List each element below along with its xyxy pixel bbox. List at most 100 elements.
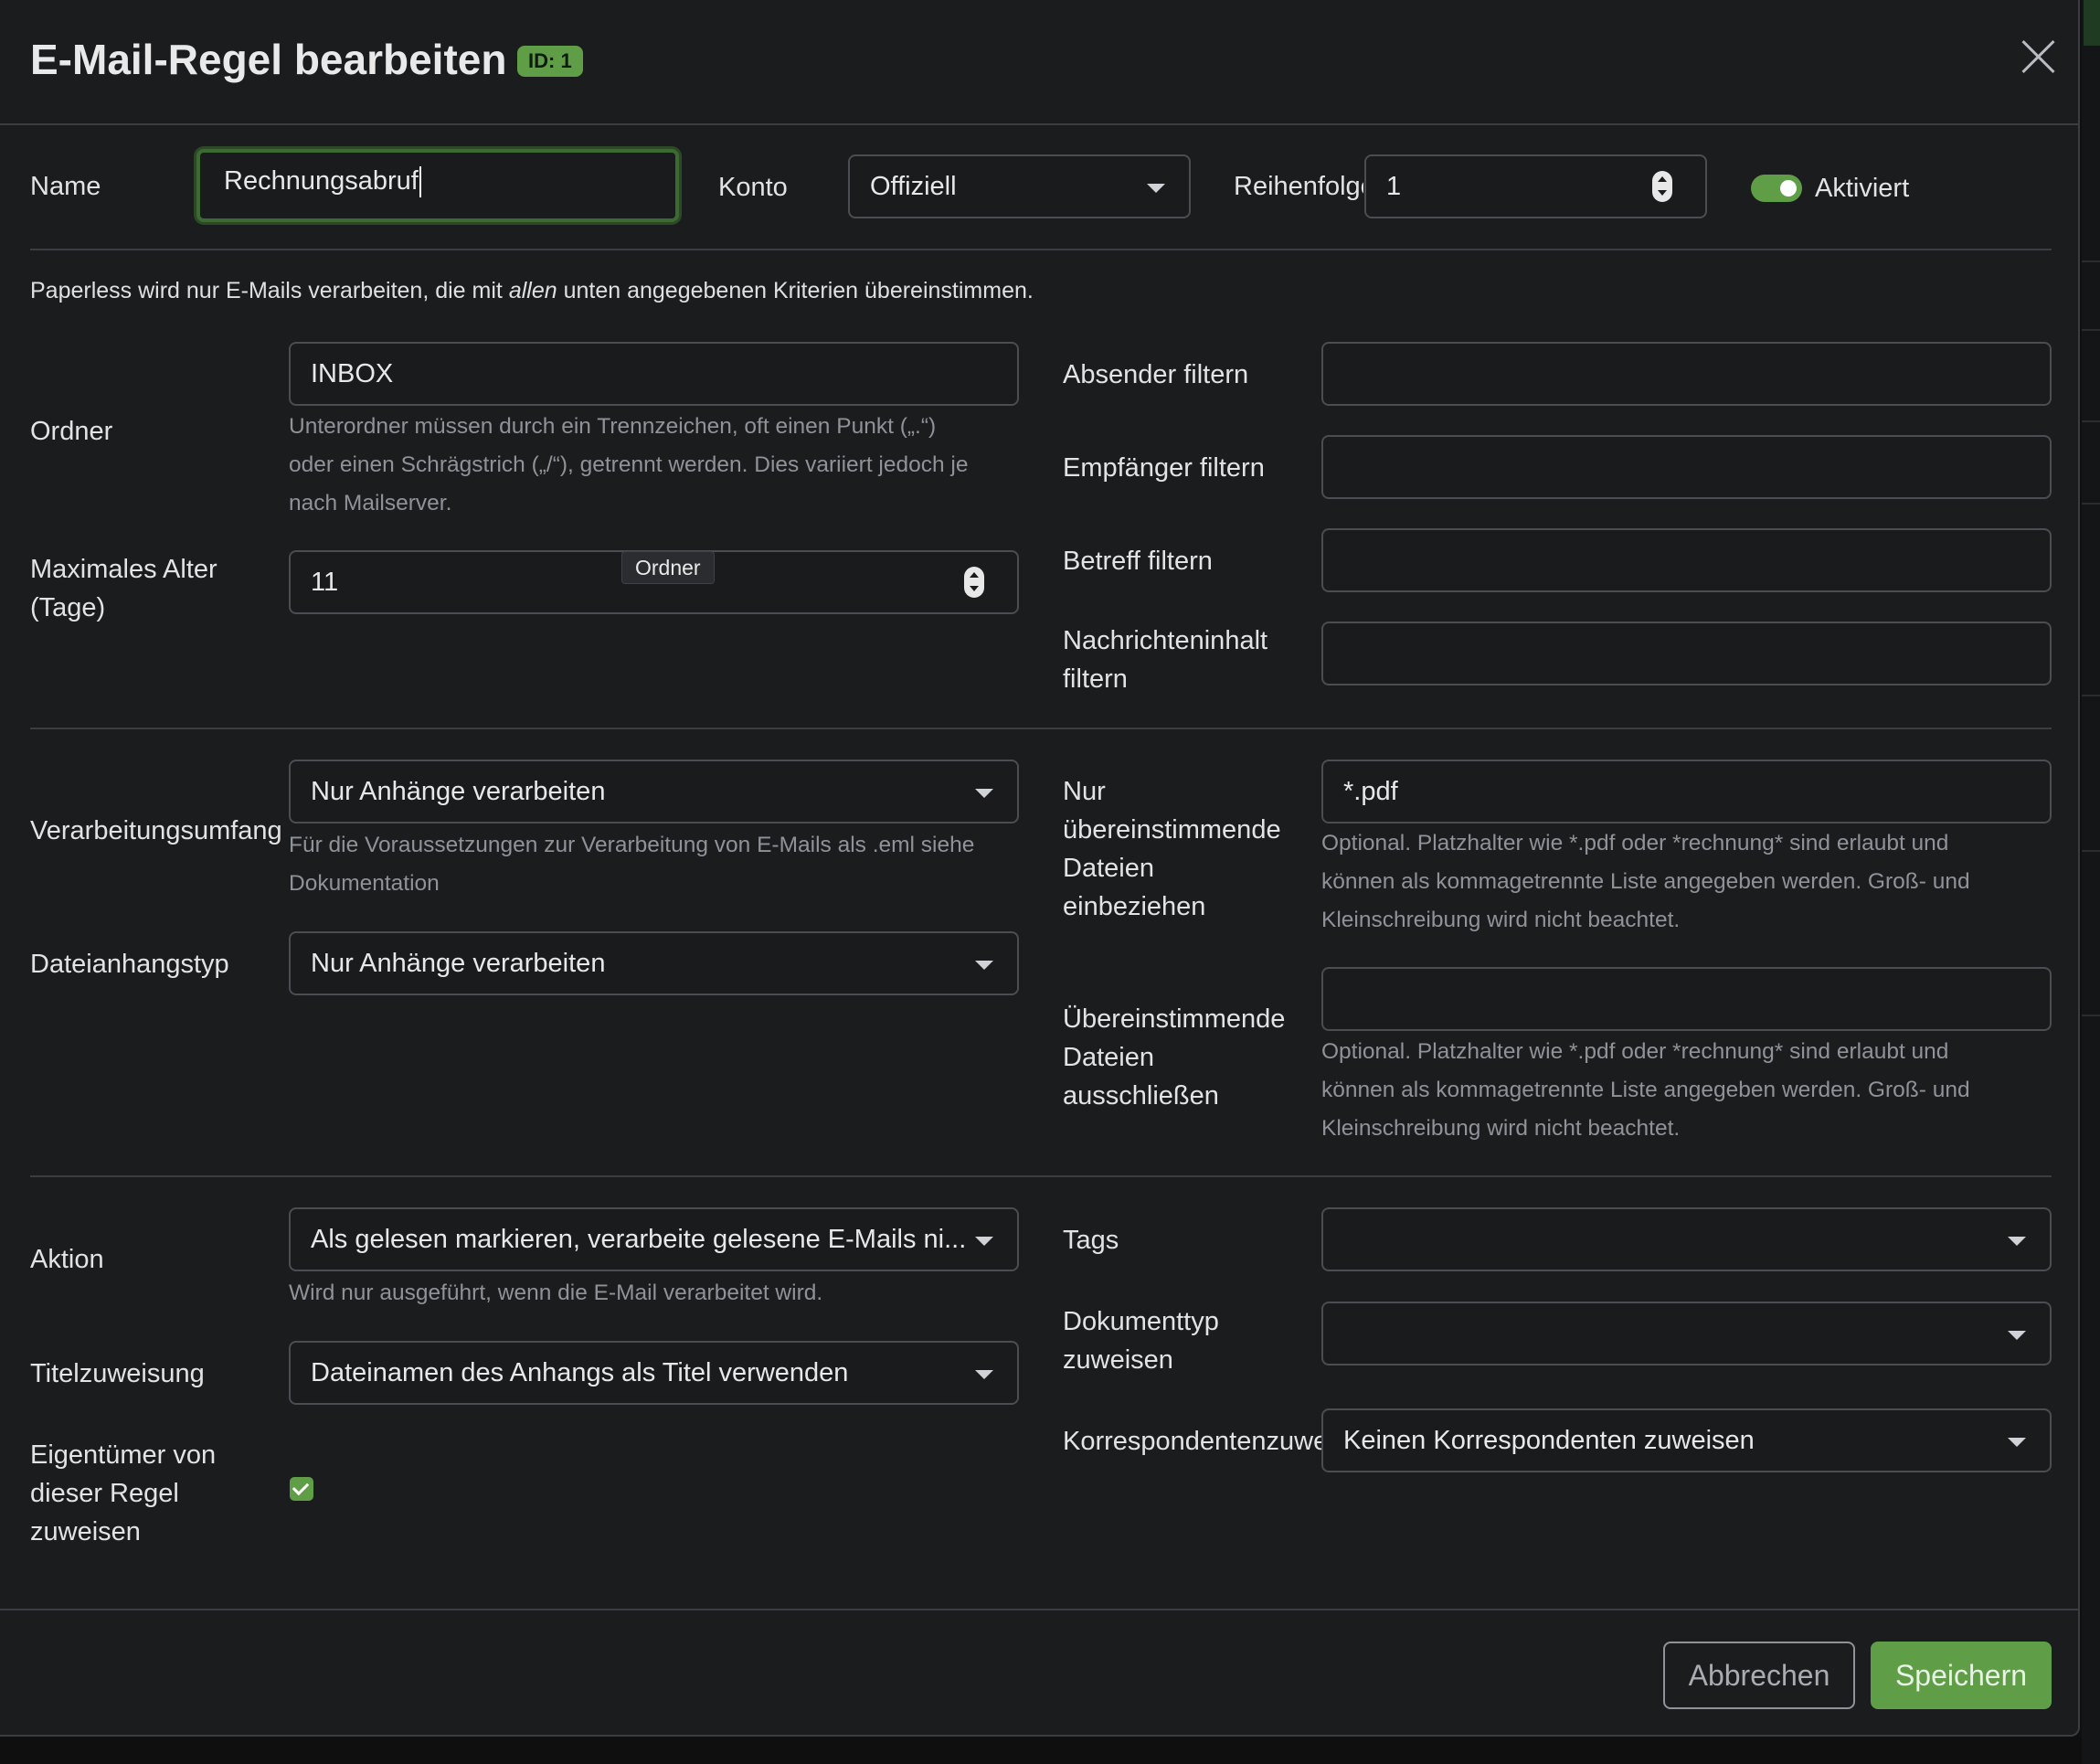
help-line: können als kommagetrennte Liste angegebe…: [1321, 869, 1970, 894]
einbeziehen-value: *.pdf: [1343, 777, 1398, 806]
dialog-title: E-Mail-Regel bearbeiten: [30, 36, 507, 83]
id-badge: ID: 1: [517, 46, 583, 77]
label-line: Nachrichteninhalt: [1063, 626, 1268, 655]
inhalt-input[interactable]: [1321, 622, 2052, 685]
betreff-input[interactable]: [1321, 528, 2052, 592]
konto-label: Konto: [718, 173, 788, 202]
umfang-help: Für die Voraussetzungen zur Verarbeitung…: [289, 826, 974, 903]
chevron-down-icon: [975, 961, 993, 970]
titel-label: Titelzuweisung: [30, 1359, 205, 1388]
ordner-help: Unterordner müssen durch ein Trennzeiche…: [289, 408, 969, 523]
ausschliessen-input[interactable]: [1321, 967, 2052, 1031]
alter-value: 11: [311, 568, 339, 597]
label-line: Maximales Alter: [30, 555, 217, 584]
background-line: [2082, 695, 2100, 696]
anhangstyp-select[interactable]: Nur Anhänge verarbeiten: [289, 931, 1019, 995]
aktion-select[interactable]: Als gelesen markieren, verarbeite gelese…: [289, 1207, 1019, 1271]
aktiviert-toggle[interactable]: [1751, 175, 1802, 202]
dialog-footer-divider: [0, 1609, 2080, 1610]
label-line: filtern: [1063, 664, 1128, 694]
stepper-icon[interactable]: [1652, 171, 1672, 202]
tooltip: Ordner: [621, 551, 715, 584]
label-line: zuweisen: [1063, 1345, 1173, 1375]
titel-select[interactable]: Dateinamen des Anhangs als Titel verwend…: [289, 1341, 1019, 1405]
konto-select[interactable]: Offiziell: [848, 154, 1191, 218]
note-emphasis: allen: [508, 278, 557, 303]
dialog-header: E-Mail-Regel bearbeiten ID: 1: [0, 0, 2080, 125]
aktion-label: Aktion: [30, 1245, 104, 1274]
empfaenger-input[interactable]: [1321, 435, 2052, 499]
help-line: Für die Voraussetzungen zur Verarbeitung…: [289, 833, 975, 857]
background-line: [2082, 850, 2100, 852]
background-accent: [2084, 0, 2100, 46]
divider: [30, 1175, 2052, 1177]
help-line: Kleinschreibung wird nicht beachtet.: [1321, 1116, 1681, 1141]
einbeziehen-input[interactable]: *.pdf: [1321, 760, 2052, 824]
betreff-label: Betreff filtern: [1063, 547, 1213, 576]
label-line: zuweisen: [30, 1517, 141, 1546]
criteria-note: Paperless wird nur E-Mails verarbeiten, …: [30, 278, 1034, 304]
divider: [30, 249, 2052, 250]
label-line: ausschließen: [1063, 1081, 1219, 1110]
umfang-label: Verarbeitungsumfang: [30, 816, 282, 845]
label-line: Dateien: [1063, 854, 1154, 883]
korrespondent-select[interactable]: Keinen Korrespondenten zuweisen: [1321, 1408, 2052, 1472]
absender-label: Absender filtern: [1063, 360, 1249, 389]
chevron-down-icon: [975, 1370, 993, 1379]
aktiviert-label: Aktiviert: [1815, 174, 1910, 203]
cancel-button[interactable]: Abbrechen: [1663, 1642, 1855, 1709]
label-line: Übereinstimmende: [1063, 1004, 1286, 1034]
einbeziehen-help: Optional. Platzhalter wie *.pdf oder *re…: [1321, 824, 1970, 940]
close-icon[interactable]: [2020, 38, 2056, 75]
label-line: Dateien: [1063, 1043, 1154, 1072]
ausschliessen-label: Übereinstimmende Dateien ausschließen: [1063, 1000, 1285, 1115]
ordner-label: Ordner: [30, 417, 113, 446]
label-line: Eigentümer von: [30, 1440, 217, 1470]
einbeziehen-label: Nur übereinstimmende Dateien einbeziehen: [1063, 772, 1281, 926]
save-button[interactable]: Speichern: [1871, 1642, 2052, 1709]
korrespondent-value: Keinen Korrespondenten zuweisen: [1343, 1426, 1755, 1455]
stepper-icon[interactable]: [964, 567, 984, 598]
tags-select[interactable]: [1321, 1207, 2052, 1271]
dokumenttyp-select[interactable]: [1321, 1302, 2052, 1366]
titel-value: Dateinamen des Anhangs als Titel verwend…: [311, 1358, 849, 1387]
inhalt-label: Nachrichteninhalt filtern: [1063, 622, 1267, 698]
background-line: [2082, 329, 2100, 331]
absender-input[interactable]: [1321, 342, 2052, 406]
reihenfolge-value: 1: [1386, 172, 1402, 201]
ausschliessen-help: Optional. Platzhalter wie *.pdf oder *re…: [1321, 1033, 1970, 1148]
documentation-link[interactable]: Dokumentation: [289, 865, 974, 903]
label-line: einbeziehen: [1063, 892, 1206, 921]
umfang-select[interactable]: Nur Anhänge verarbeiten: [289, 760, 1019, 824]
aktion-help: Wird nur ausgeführt, wenn die E-Mail ver…: [289, 1280, 823, 1305]
background-line: [2082, 260, 2100, 262]
name-value: Rechnungsabruf: [224, 166, 419, 196]
note-text: Paperless wird nur E-Mails verarbeiten, …: [30, 278, 509, 303]
eigentuemer-label: Eigentümer von dieser Regel zuweisen: [30, 1436, 216, 1551]
anhangstyp-label: Dateianhangstyp: [30, 950, 229, 979]
background-strip: [2082, 0, 2100, 1764]
chevron-down-icon: [2008, 1331, 2026, 1340]
chevron-down-icon: [975, 1237, 993, 1246]
ordner-input[interactable]: INBOX: [289, 342, 1019, 406]
note-text: unten angegebenen Kriterien übereinstimm…: [557, 278, 1034, 303]
background-line: [2082, 503, 2100, 505]
background-line: [2082, 420, 2100, 422]
label-line: dieser Regel: [30, 1479, 179, 1508]
ordner-value: INBOX: [311, 359, 394, 388]
tags-label: Tags: [1063, 1226, 1119, 1255]
reihenfolge-input[interactable]: 1: [1364, 154, 1707, 218]
chevron-down-icon: [975, 789, 993, 798]
help-line: oder einen Schrägstrich („/“), getrennt …: [289, 452, 969, 477]
name-input[interactable]: Rechnungsabruf: [196, 149, 679, 222]
konto-value: Offiziell: [870, 172, 957, 201]
help-line: Unterordner müssen durch ein Trennzeiche…: [289, 414, 937, 439]
label-line: Dokumenttyp: [1063, 1307, 1219, 1336]
chevron-down-icon: [2008, 1438, 2026, 1447]
eigentuemer-checkbox[interactable]: [290, 1477, 313, 1501]
name-label: Name: [30, 172, 101, 201]
help-line: nach Mailserver.: [289, 491, 452, 515]
aktion-value: Als gelesen markieren, verarbeite gelese…: [311, 1225, 967, 1254]
toggle-knob: [1780, 180, 1797, 197]
chevron-down-icon: [2008, 1237, 2026, 1246]
